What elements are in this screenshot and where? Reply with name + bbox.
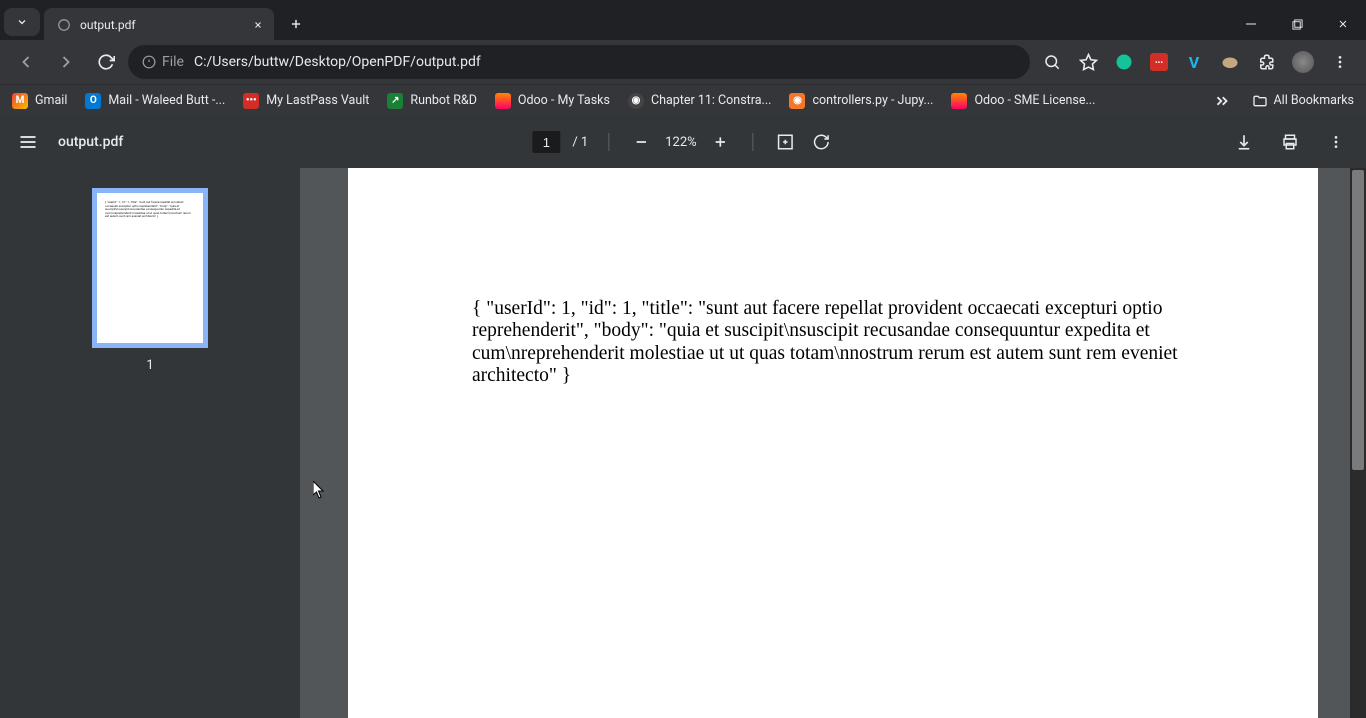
profile-avatar[interactable]	[1292, 51, 1314, 73]
outlook-icon: O	[85, 93, 101, 109]
extensions-puzzle-icon[interactable]	[1256, 52, 1276, 72]
page-number-input[interactable]	[532, 131, 560, 153]
bookmarks-bar: M Gmail O Mail - Waleed Butt -... ••• My…	[0, 84, 1366, 116]
bookmark-chapter[interactable]: ◉ Chapter 11: Constra...	[628, 93, 771, 109]
scrollbar-thumb[interactable]	[1352, 170, 1364, 470]
bookmark-label: Gmail	[35, 93, 67, 108]
bookmark-label: controllers.py - Jupy...	[812, 93, 933, 108]
thumbnail-preview-text: { "userId": 1, "id": 1, "title": "sunt a…	[105, 201, 195, 219]
file-chip-label: File	[162, 54, 184, 70]
bookmark-label: Chapter 11: Constra...	[651, 93, 771, 108]
minimize-button[interactable]	[1228, 8, 1274, 40]
bookmark-runbot[interactable]: ↗ Runbot R&D	[387, 93, 477, 109]
bookmark-jupyter[interactable]: ◉ controllers.py - Jupy...	[789, 93, 933, 109]
bookmarks-overflow-icon[interactable]	[1212, 91, 1232, 111]
bookmark-odoo-tasks[interactable]: Odoo - My Tasks	[495, 93, 610, 109]
page-total: / 1	[572, 135, 588, 150]
odoo-icon	[495, 93, 511, 109]
address-bar-row: File C:/Users/buttw/Desktop/OpenPDF/outp…	[0, 40, 1366, 84]
pdf-page-text: { "userId": 1, "id": 1, "title": "sunt a…	[472, 298, 1194, 388]
vimeo-extension-icon[interactable]: V	[1184, 52, 1204, 72]
runbot-icon: ↗	[387, 93, 403, 109]
chrome-menu-icon[interactable]	[1330, 52, 1350, 72]
bookmark-star-icon[interactable]	[1078, 52, 1098, 72]
zoom-indicator-icon[interactable]	[1042, 52, 1062, 72]
bookmark-label: Mail - Waleed Butt -...	[108, 93, 225, 108]
scrollbar-track[interactable]	[1350, 168, 1366, 718]
thumbnail-sidebar: { "userId": 1, "id": 1, "title": "sunt a…	[0, 168, 300, 718]
pdf-more-menu-icon[interactable]	[1324, 130, 1348, 154]
rotate-button[interactable]	[810, 130, 834, 154]
all-bookmarks-label: All Bookmarks	[1274, 93, 1355, 108]
close-tab-button[interactable]	[250, 17, 266, 33]
page-thumbnail[interactable]: { "userId": 1, "id": 1, "title": "sunt a…	[92, 188, 208, 348]
odoo-icon	[951, 93, 967, 109]
bookmark-label: My LastPass Vault	[266, 93, 369, 108]
url-text: C:/Users/buttw/Desktop/OpenPDF/output.pd…	[194, 54, 481, 70]
bookmark-label: Odoo - My Tasks	[518, 93, 610, 108]
browser-tab[interactable]: output.pdf	[44, 8, 274, 42]
lastpass-icon: •••	[243, 93, 259, 109]
toolbar-divider	[753, 133, 754, 151]
globe-icon: ◉	[628, 93, 644, 109]
bookmark-label: Odoo - SME License...	[974, 93, 1095, 108]
bookmark-label: Runbot R&D	[410, 93, 477, 108]
window-controls	[1228, 4, 1366, 44]
new-tab-button[interactable]	[282, 10, 310, 38]
fit-page-button[interactable]	[774, 130, 798, 154]
zoom-out-button[interactable]	[629, 130, 653, 154]
gmail-icon: M	[12, 93, 28, 109]
pdf-filename: output.pdf	[58, 134, 123, 150]
maximize-button[interactable]	[1274, 8, 1320, 40]
back-button[interactable]	[8, 44, 44, 80]
file-protocol-chip: File	[142, 54, 184, 70]
sidebar-toggle-button[interactable]	[18, 132, 38, 152]
forward-button[interactable]	[48, 44, 84, 80]
bookmark-gmail[interactable]: M Gmail	[12, 93, 67, 109]
pdf-body: { "userId": 1, "id": 1, "title": "sunt a…	[0, 168, 1366, 718]
lastpass-extension-icon[interactable]: •••	[1150, 53, 1168, 71]
bookmark-outlook[interactable]: O Mail - Waleed Butt -...	[85, 93, 225, 109]
address-bar[interactable]: File C:/Users/buttw/Desktop/OpenPDF/outp…	[128, 45, 1030, 79]
bookmark-odoo-sme[interactable]: Odoo - SME License...	[951, 93, 1095, 109]
pdf-toolbar: output.pdf / 1 122%	[0, 116, 1366, 168]
all-bookmarks-button[interactable]: All Bookmarks	[1252, 93, 1355, 109]
tab-search-dropdown[interactable]	[4, 8, 40, 36]
tab-title: output.pdf	[80, 18, 242, 32]
print-button[interactable]	[1278, 130, 1302, 154]
jupyter-icon: ◉	[789, 93, 805, 109]
browser-titlebar: output.pdf	[0, 0, 1366, 40]
pdf-page: { "userId": 1, "id": 1, "title": "sunt a…	[348, 168, 1318, 718]
extension-icon[interactable]	[1220, 52, 1240, 72]
pdf-favicon	[56, 17, 72, 33]
toolbar-divider	[608, 133, 609, 151]
thumbnail-page-number: 1	[146, 358, 153, 373]
download-button[interactable]	[1232, 130, 1256, 154]
zoom-in-button[interactable]	[709, 130, 733, 154]
address-bar-actions: ••• V	[1042, 51, 1350, 73]
close-window-button[interactable]	[1320, 8, 1366, 40]
zoom-level: 122%	[665, 135, 696, 150]
reload-button[interactable]	[88, 44, 124, 80]
page-viewport[interactable]: { "userId": 1, "id": 1, "title": "sunt a…	[300, 168, 1366, 718]
grammarly-extension-icon[interactable]	[1114, 52, 1134, 72]
bookmark-lastpass[interactable]: ••• My LastPass Vault	[243, 93, 369, 109]
